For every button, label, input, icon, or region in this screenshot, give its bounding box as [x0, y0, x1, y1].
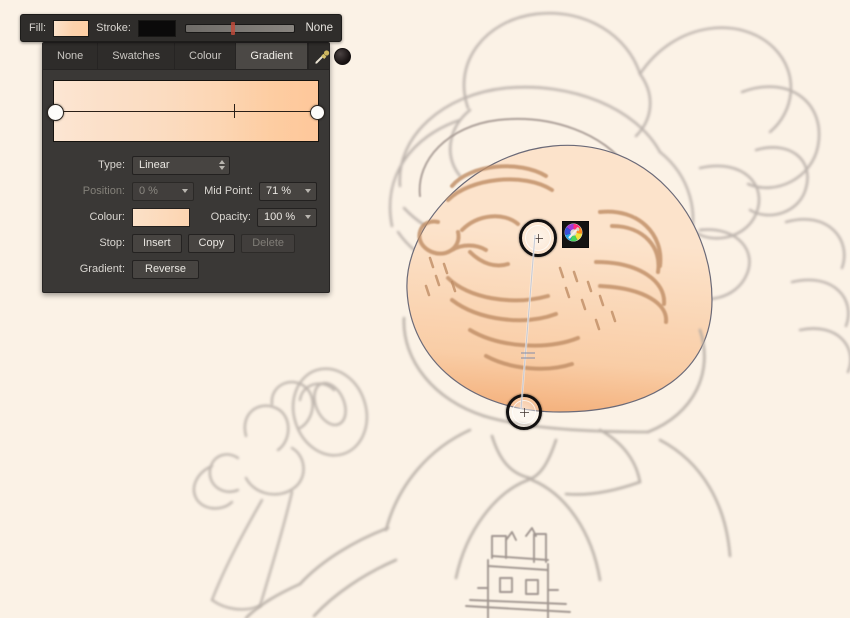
chevron-down-icon[interactable]	[305, 215, 311, 219]
tab-gradient[interactable]: Gradient	[236, 43, 308, 69]
stop-label: Stop:	[99, 237, 125, 249]
current-colour-dot[interactable]	[333, 47, 351, 65]
position-value: 0 %	[139, 185, 158, 197]
gradient-form: Type: Linear Position: 0 % Mid Point: 71…	[43, 142, 329, 282]
slider-thumb[interactable]	[231, 21, 236, 35]
tab-colour-label: Colour	[189, 50, 222, 62]
gradient-start-handle[interactable]	[519, 219, 557, 257]
fill-stroke-toolbar: Fill: Stroke: None	[20, 14, 342, 42]
fill-label: Fill:	[29, 22, 47, 34]
gradient-stop-line	[54, 111, 318, 112]
gradient-mid-point-marker[interactable]	[233, 104, 235, 118]
stroke-label: Stroke:	[96, 22, 131, 34]
colour-swatch[interactable]	[132, 207, 190, 227]
gradient-preview-strip[interactable]	[47, 80, 325, 142]
handle-crosshair	[533, 233, 543, 243]
gradient-panel: None Swatches Colour Gradient Type: Line…	[42, 42, 351, 293]
insert-stop-button[interactable]: Insert	[132, 233, 182, 253]
stroke-swatch[interactable]	[137, 19, 176, 37]
stepper-up-icon[interactable]	[219, 160, 225, 164]
reverse-gradient-button[interactable]: Reverse	[132, 259, 199, 279]
opacity-label: Opacity:	[210, 211, 251, 223]
chevron-down-icon[interactable]	[305, 189, 311, 193]
type-stepper-arrows[interactable]	[219, 160, 225, 170]
tab-none-label: None	[57, 50, 84, 62]
stroke-width-slider[interactable]	[184, 21, 295, 35]
mid-point-value: 71 %	[266, 185, 292, 197]
gradient-end-stop[interactable]	[310, 104, 325, 120]
tab-swatches[interactable]: Swatches	[98, 43, 175, 69]
colour-label: Colour:	[89, 211, 125, 223]
opacity-group: Opacity: 100 %	[210, 207, 317, 227]
fill-swatch[interactable]	[53, 19, 90, 37]
row-stop: Stop: Insert Copy Delete	[55, 230, 317, 256]
chevron-down-icon	[182, 189, 188, 193]
opacity-select[interactable]: 100 %	[257, 207, 317, 227]
gradient-end-handle[interactable]	[506, 394, 542, 430]
gradient-label: Gradient:	[79, 263, 125, 275]
copy-stop-button[interactable]: Copy	[187, 233, 236, 253]
tab-gradient-label: Gradient	[250, 50, 293, 62]
row-gradient: Gradient: Reverse	[55, 256, 317, 282]
row-type: Type: Linear	[55, 152, 317, 178]
gradient-preview-wrap	[43, 70, 329, 142]
handle-crosshair	[519, 407, 529, 417]
type-select[interactable]: Linear	[132, 155, 230, 175]
gradient-start-stop[interactable]	[47, 103, 64, 121]
panel-tools	[307, 43, 356, 69]
mid-point-select[interactable]: 71 %	[259, 181, 317, 201]
opacity-value: 100 %	[264, 211, 296, 223]
position-select: 0 %	[132, 181, 194, 201]
tab-swatches-label: Swatches	[112, 50, 160, 62]
stepper-down-icon[interactable]	[219, 166, 225, 170]
row-position: Position: 0 % Mid Point: 71 %	[55, 178, 317, 204]
tab-none[interactable]: None	[43, 43, 99, 69]
panel-tab-bar: None Swatches Colour Gradient	[43, 43, 351, 70]
delete-stop-button: Delete	[241, 233, 295, 253]
tab-colour[interactable]: Colour	[175, 43, 237, 69]
type-value: Linear	[139, 159, 170, 171]
mid-point-group: Mid Point: 71 %	[204, 181, 317, 201]
row-colour: Colour: Opacity: 100 %	[55, 204, 317, 230]
mid-point-label: Mid Point:	[204, 185, 253, 197]
eyedropper-icon[interactable]	[314, 48, 331, 65]
colour-wheel-button[interactable]	[562, 221, 589, 248]
colour-wheel-icon	[564, 223, 583, 242]
type-label: Type:	[98, 159, 125, 171]
position-label: Position:	[82, 185, 125, 197]
stroke-width-value[interactable]: None	[304, 22, 334, 34]
